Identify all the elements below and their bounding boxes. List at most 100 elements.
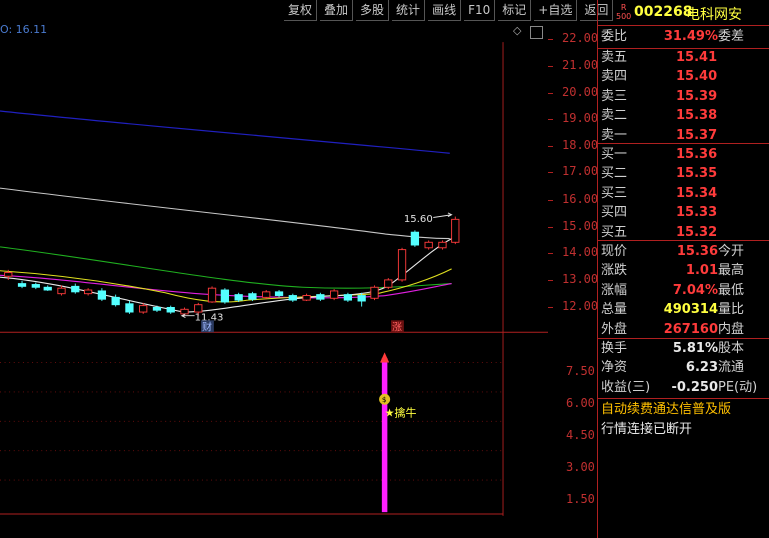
price-tick-mark (548, 39, 553, 40)
price-tick-mark (548, 66, 553, 67)
stat-value: -0.250 (671, 379, 718, 395)
candle-body (220, 289, 230, 303)
candle-body (234, 294, 243, 301)
sell-level-row[interactable]: 卖二 15.38 (598, 106, 769, 126)
buy-level-row[interactable]: 买三 15.34 (598, 184, 769, 204)
sell-level-row[interactable]: 卖四 15.40 (598, 67, 769, 87)
stat-label: 总量 (601, 302, 628, 318)
candle-body (397, 249, 407, 281)
buy-level-label: 买四 (601, 205, 628, 221)
sell-level-row[interactable]: 卖五 15.41 (598, 48, 769, 68)
price-tick-mark (548, 93, 553, 94)
indicator-up-arrow (380, 352, 390, 363)
indicator-tick-label: 3.00 (566, 460, 595, 474)
ma-green-line (0, 246, 452, 289)
stat-row: 换手 5.81% 股本 (598, 339, 769, 359)
candle-body (43, 286, 52, 291)
buy-level-price: 15.34 (676, 185, 718, 201)
candle-body (139, 305, 148, 313)
sell-level-price: 15.38 (676, 108, 718, 124)
sell-level-label: 卖四 (601, 69, 628, 85)
stat-row: 总量 490314 量比 (598, 300, 769, 320)
buy-level-label: 买三 (601, 185, 628, 201)
price-tick-label: 16.00 (562, 192, 599, 206)
price-tick-label: 21.00 (562, 58, 599, 72)
promo-link[interactable]: 自动续费通达信普及版 (598, 400, 769, 420)
kline-chart[interactable]: 15.60 11.43 财 涨 $ ★擒牛 (0, 22, 548, 536)
stat-row: 涨跌 1.01 最高 (598, 261, 769, 281)
ma-blue-line (0, 110, 450, 154)
candle-body (357, 295, 366, 302)
stat-label: 涨跌 (601, 263, 628, 279)
price-tick-mark (548, 253, 553, 254)
toolbar-button-biaoji[interactable]: 标记 (498, 0, 532, 21)
buy-level-row[interactable]: 买四 15.33 (598, 203, 769, 223)
candle-body (316, 294, 325, 300)
stat-label: 换手 (601, 341, 628, 356)
price-tick-label: 18.00 (562, 138, 599, 152)
candle-body (31, 284, 40, 288)
candle-body (451, 218, 460, 243)
toolbar-button-f10[interactable]: F10 (464, 0, 496, 21)
stat-value: 5.81% (672, 341, 718, 356)
candle-body (410, 231, 420, 246)
candle-body (424, 241, 433, 249)
stat-value: 6.23 (685, 360, 718, 376)
buy-level-row[interactable]: 买二 15.35 (598, 164, 769, 184)
candle-body (71, 285, 80, 293)
price-tick-label: 19.00 (562, 111, 599, 125)
stat-row: 外盘 267160 内盘 (598, 320, 769, 340)
price-tick-label: 17.00 (562, 164, 599, 178)
toolbar-button-fuquan[interactable]: 复权 (284, 0, 318, 21)
price-tick-label: 14.00 (562, 245, 599, 259)
stat-value: 1.01 (685, 263, 718, 279)
indicator-tick-label: 1.50 (566, 492, 595, 506)
stat-label-2: PE(动) (718, 379, 758, 395)
buy-level-label: 买二 (601, 166, 628, 182)
candle-body (125, 303, 134, 313)
price-tick-label: 15.00 (562, 219, 599, 233)
price-tick-mark (548, 227, 553, 228)
candle-body (248, 293, 257, 300)
stat-value: 7.04% (672, 282, 718, 298)
toolbar-button-huaxian[interactable]: 画线 (428, 0, 462, 21)
stat-label: 收益(三) (601, 379, 651, 395)
sell-level-price: 15.41 (676, 50, 718, 65)
cai-marker: 财 (202, 320, 212, 333)
buy-level-row[interactable]: 买一 15.36 (598, 145, 769, 165)
sell-level-row[interactable]: 卖三 15.39 (598, 87, 769, 107)
candle-body (207, 287, 217, 303)
buy-level-price: 15.35 (676, 166, 718, 182)
price-tick-label: 13.00 (562, 272, 599, 286)
stat-row: 现价 15.36 今开 (598, 242, 769, 262)
price-tick-mark (548, 172, 553, 173)
price-tick-label: 20.00 (562, 85, 599, 99)
low-pointer-arrow (180, 313, 195, 318)
stat-label-2: 最低 (718, 282, 745, 298)
toolbar-button-diejia[interactable]: 叠加 (320, 0, 354, 21)
indicator-tick-label: 4.50 (566, 428, 595, 442)
stat-value: 15.36 (676, 244, 718, 259)
candle-body (83, 289, 93, 295)
buy-level-price: 15.36 (676, 147, 718, 162)
ma-white-long-line (0, 187, 450, 240)
candle-body (438, 241, 447, 249)
candle-body (166, 306, 175, 313)
quote-panel: R 500 002268 电科网安 委比 31.49% 委差 卖五 15.41 卖四 1… (597, 0, 769, 538)
stat-label: 涨幅 (601, 282, 628, 298)
connection-status: 行情连接已断开 (601, 422, 693, 437)
toolbar-button-add-watchlist[interactable]: +自选 (534, 0, 578, 21)
toolbar-button-duogu[interactable]: 多股 (356, 0, 390, 21)
stat-label: 净资 (601, 360, 628, 376)
sell-level-label: 卖五 (601, 50, 628, 65)
sell-level-price: 15.40 (676, 69, 718, 85)
candle-body (97, 290, 107, 300)
indicator-tick-label: 7.50 (566, 364, 595, 378)
sell-level-label: 卖三 (601, 88, 628, 104)
high-price-label: 15.60 (404, 214, 433, 225)
toolbar-button-tongji[interactable]: 统计 (392, 0, 426, 21)
stat-label-2: 今开 (718, 244, 745, 259)
candle-body (274, 291, 284, 296)
stat-label-2: 最高 (718, 263, 745, 279)
stat-label: 外盘 (601, 321, 628, 337)
